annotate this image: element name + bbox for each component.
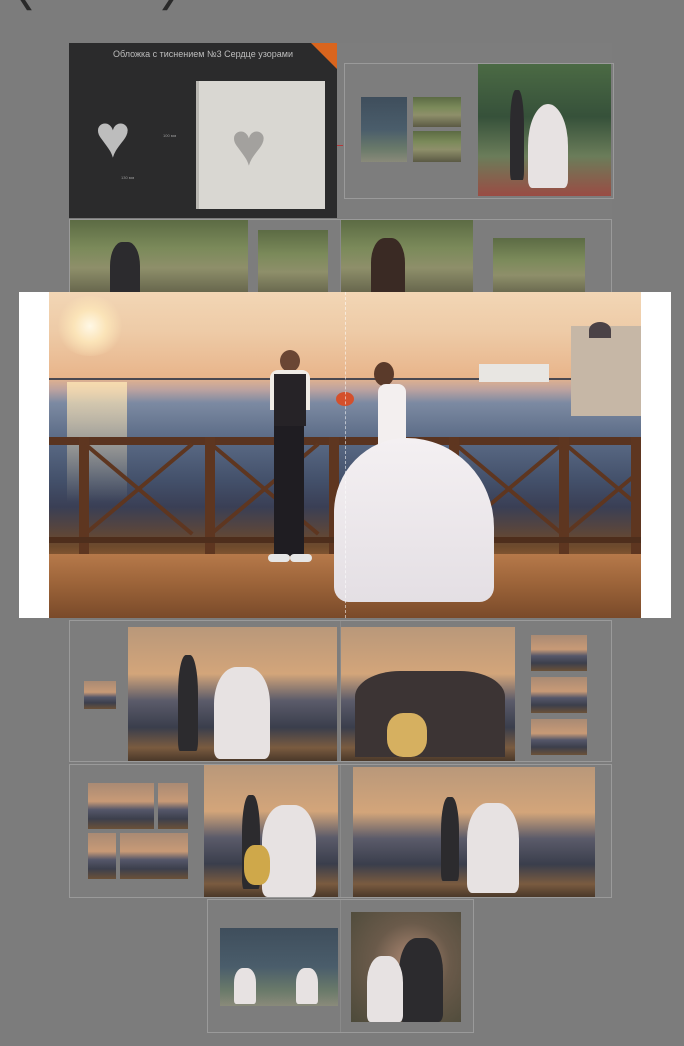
photo — [204, 765, 338, 897]
dome — [589, 322, 611, 338]
photo — [413, 97, 461, 127]
next-spread-button[interactable]: ❯ — [156, 0, 180, 10]
photo — [531, 719, 587, 755]
photo — [88, 783, 154, 829]
spread-fold-line — [345, 292, 346, 618]
photo — [220, 928, 338, 1006]
album-spread-4[interactable] — [69, 764, 612, 898]
album-page[interactable] — [340, 765, 611, 897]
photo — [413, 131, 461, 162]
photo — [531, 677, 587, 713]
album-page[interactable] — [208, 900, 340, 1032]
cover-corner-badge — [311, 43, 337, 69]
building — [571, 326, 641, 416]
photo — [353, 767, 595, 897]
cover-preview: ♥ — [199, 81, 325, 209]
album-page[interactable] — [344, 63, 614, 199]
photo — [158, 783, 188, 829]
cover-dim-height: 100 мм — [163, 133, 177, 138]
album-cover[interactable]: Обложка с тиснением №3 Сердце узорами ♥ … — [69, 43, 337, 218]
photo — [70, 220, 248, 298]
album-spread-5[interactable] — [207, 899, 474, 1033]
chevron-right-icon: ❯ — [159, 0, 177, 10]
groom-figure — [264, 350, 314, 565]
heart-emboss-icon: ♥ — [231, 111, 267, 178]
photo — [128, 627, 337, 761]
album-spread-3[interactable] — [69, 620, 612, 762]
bride-figure — [334, 362, 494, 602]
chevron-left-icon: ❮ — [17, 0, 35, 10]
album-page[interactable] — [340, 621, 611, 761]
photo — [84, 681, 116, 709]
photo — [258, 230, 328, 298]
album-spread-2[interactable] — [69, 219, 612, 299]
spread-preview-overlay[interactable] — [19, 292, 671, 618]
photo — [120, 833, 188, 879]
photo — [493, 238, 585, 298]
photo — [531, 635, 587, 671]
cover-dim-width: 130 мм — [121, 175, 135, 180]
cover-title: Обложка с тиснением №3 Сердце узорами — [112, 49, 294, 59]
photo — [341, 220, 473, 298]
photo — [351, 912, 461, 1022]
album-page[interactable] — [340, 900, 473, 1032]
album-page[interactable] — [70, 621, 340, 761]
album-page[interactable] — [70, 220, 340, 298]
prev-spread-button[interactable]: ❮ — [14, 0, 38, 10]
photo — [478, 64, 611, 196]
album-page[interactable] — [340, 220, 611, 298]
photo — [361, 97, 407, 162]
heart-emboss-icon: ♥ — [95, 103, 131, 170]
album-spread-1[interactable]: Обложка с тиснением №3 Сердце узорами ♥ … — [69, 43, 614, 218]
album-page[interactable] — [70, 765, 340, 897]
sun — [55, 296, 125, 356]
preview-photo — [49, 292, 641, 618]
photo — [88, 833, 116, 879]
photo — [341, 627, 515, 761]
